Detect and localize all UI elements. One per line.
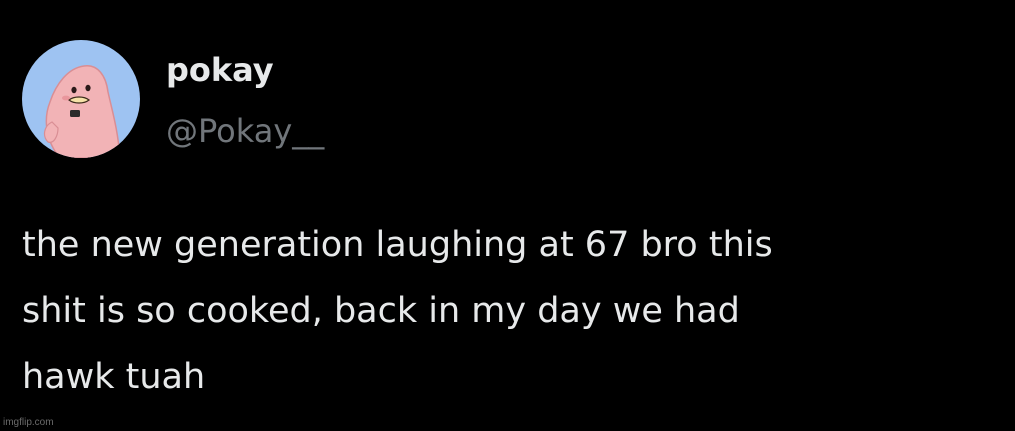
author-handle[interactable]: @Pokay__ — [166, 110, 324, 152]
imgflip-watermark: imgflip.com — [3, 417, 54, 428]
tweet-card: pokay @Pokay__ the new generation laughi… — [0, 0, 1015, 431]
tweet-text: the new generation laughing at 67 bro th… — [22, 212, 1007, 410]
tweet-text-line: shit is so cooked, back in my day we had — [22, 291, 740, 331]
pink-cartoon-character-icon — [43, 65, 121, 158]
tweet-text-line: the new generation laughing at 67 bro th… — [22, 225, 773, 265]
author-display-name[interactable]: pokay — [166, 50, 274, 90]
profile-avatar[interactable] — [22, 40, 140, 158]
tweet-text-line: hawk tuah — [22, 357, 206, 397]
